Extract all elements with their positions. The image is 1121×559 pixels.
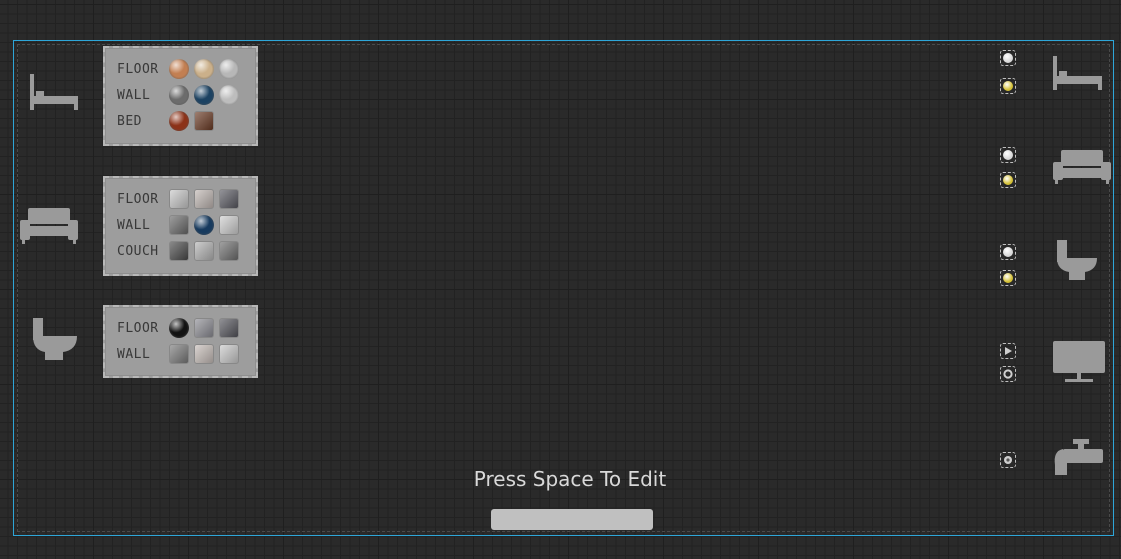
material-row: FLOOR (117, 56, 256, 82)
room-2-control-a[interactable] (1000, 147, 1016, 163)
control-dot (1003, 150, 1013, 160)
toilet-icon[interactable] (1057, 240, 1099, 280)
play-control[interactable] (1000, 343, 1016, 359)
material-swatch[interactable] (169, 215, 189, 235)
couch-icon[interactable] (1053, 150, 1111, 184)
material-swatch[interactable] (194, 215, 214, 235)
material-swatch[interactable] (169, 85, 189, 105)
material-row-label: WALL (117, 346, 151, 362)
material-swatch[interactable] (194, 318, 214, 338)
play-icon (1005, 347, 1012, 355)
material-row-label: COUCH (117, 243, 159, 259)
material-swatch[interactable] (169, 111, 189, 131)
material-swatch[interactable] (169, 241, 189, 261)
room-2-control-b[interactable] (1000, 172, 1016, 188)
material-swatch[interactable] (219, 59, 239, 79)
material-swatch[interactable] (194, 344, 214, 364)
material-row: WALL (117, 82, 256, 108)
room-3-control-a[interactable] (1000, 244, 1016, 260)
bed-icon[interactable] (1053, 56, 1103, 90)
material-swatch[interactable] (194, 85, 214, 105)
material-swatch[interactable] (219, 318, 239, 338)
material-panel-bathroom: FLOOR WALL (103, 305, 258, 378)
control-dot (1003, 53, 1013, 63)
material-swatch[interactable] (194, 241, 214, 261)
cycle-icon (1003, 369, 1013, 379)
material-swatch[interactable] (219, 215, 239, 235)
material-row: BED (117, 108, 256, 134)
water-control[interactable] (1000, 452, 1016, 468)
material-row-label: BED (117, 113, 142, 129)
edit-hint: Press Space To Edit (473, 467, 667, 491)
material-panel-livingroom: FLOOR WALL COUCH (103, 176, 258, 276)
material-swatch[interactable] (194, 59, 214, 79)
material-swatch[interactable] (219, 241, 239, 261)
material-row-label: WALL (117, 217, 151, 233)
material-panel-bedroom: FLOOR WALL BED (103, 46, 258, 146)
material-swatch[interactable] (169, 318, 189, 338)
control-dot (1003, 81, 1013, 91)
material-swatch[interactable] (194, 189, 214, 209)
material-swatch[interactable] (169, 59, 189, 79)
faucet-icon[interactable] (1053, 439, 1103, 479)
cycle-control[interactable] (1000, 366, 1016, 382)
room-3-control-b[interactable] (1000, 270, 1016, 286)
water-drop-icon (1004, 456, 1012, 464)
control-dot (1003, 273, 1013, 283)
material-row: WALL (117, 341, 256, 367)
material-swatch[interactable] (219, 85, 239, 105)
monitor-icon[interactable] (1053, 341, 1105, 383)
control-dot (1003, 175, 1013, 185)
material-swatch[interactable] (219, 189, 239, 209)
couch-icon[interactable] (20, 208, 78, 244)
material-row-label: FLOOR (117, 320, 159, 336)
control-dot (1003, 247, 1013, 257)
material-swatch[interactable] (219, 344, 239, 364)
material-swatch[interactable] (169, 344, 189, 364)
room-1-control-a[interactable] (1000, 50, 1016, 66)
material-row-label: FLOOR (117, 61, 159, 77)
material-row: FLOOR (117, 315, 256, 341)
material-swatch[interactable] (194, 111, 214, 131)
material-row: FLOOR (117, 186, 256, 212)
material-row-label: FLOOR (117, 191, 159, 207)
material-row: COUCH (117, 238, 256, 264)
edit-button[interactable] (491, 509, 653, 530)
material-row: WALL (117, 212, 256, 238)
material-swatch[interactable] (169, 189, 189, 209)
room-1-control-b[interactable] (1000, 78, 1016, 94)
material-row-label: WALL (117, 87, 151, 103)
bed-icon[interactable] (28, 74, 80, 110)
toilet-icon[interactable] (33, 318, 79, 360)
